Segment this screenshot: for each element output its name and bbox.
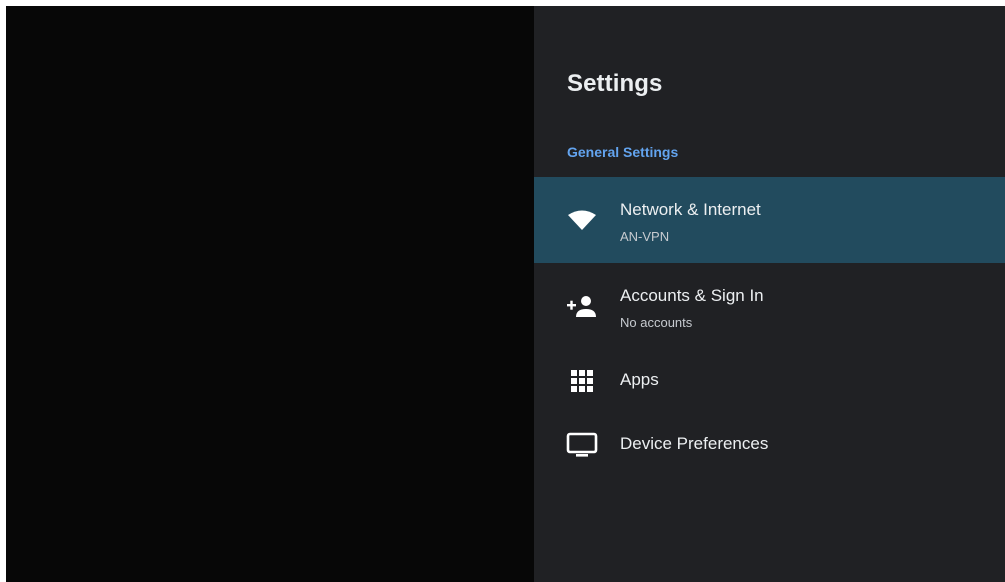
menu-item-label: Apps — [620, 370, 659, 389]
apps-grid-icon — [566, 365, 598, 397]
menu-item-label: Network & Internet — [620, 200, 761, 219]
menu-item-apps[interactable]: Apps — [534, 349, 1005, 413]
settings-panel: Settings General Settings Network & Inte… — [534, 6, 1005, 582]
tv-screen: Settings General Settings Network & Inte… — [6, 6, 1005, 582]
wifi-icon — [566, 204, 598, 236]
add-person-icon — [566, 290, 598, 322]
menu-item-device-preferences[interactable]: Device Preferences — [534, 413, 1005, 477]
menu-item-sublabel: AN-VPN — [620, 229, 670, 244]
page-title: Settings — [567, 70, 663, 97]
menu-item-label: Device Preferences — [620, 434, 769, 453]
content-area — [6, 6, 534, 582]
menu-item-accounts-sign-in[interactable]: Accounts & Sign In No accounts — [534, 263, 1005, 349]
panel-header: Settings — [534, 6, 1005, 128]
section-label-general-settings: General Settings — [567, 144, 679, 160]
settings-menu: Network & Internet AN-VPN Accounts & Sig… — [534, 177, 1005, 477]
menu-item-sublabel: No accounts — [620, 315, 693, 330]
menu-item-label: Accounts & Sign In — [620, 286, 764, 305]
tv-monitor-icon — [566, 429, 598, 461]
menu-item-network-internet[interactable]: Network & Internet AN-VPN — [534, 177, 1005, 263]
